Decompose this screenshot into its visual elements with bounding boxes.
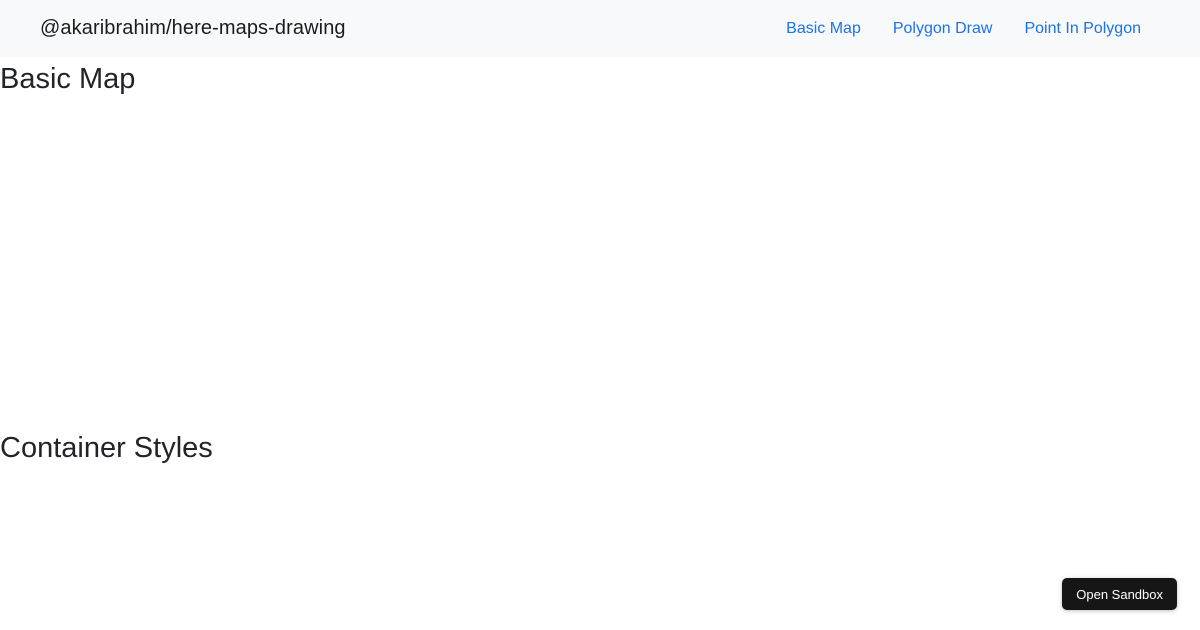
section-heading-basic-map: Basic Map [0,63,136,95]
navbar: @akaribrahim/here-maps-drawing Basic Map… [0,0,1200,57]
navbar-brand[interactable]: @akaribrahim/here-maps-drawing [40,17,346,40]
section-heading-container-styles: Container Styles [0,432,213,464]
nav-link-basic-map[interactable]: Basic Map [770,12,877,46]
nav-link-polygon-draw[interactable]: Polygon Draw [877,12,1009,46]
nav-link-point-in-polygon[interactable]: Point In Polygon [1008,12,1157,46]
basic-map-canvas[interactable] [0,96,1200,426]
styled-map-canvas[interactable] [0,465,1200,630]
open-sandbox-button[interactable]: Open Sandbox [1062,578,1177,610]
navbar-links: Basic Map Polygon Draw Point In Polygon [770,12,1157,46]
main-content: Basic Map Container Styles [0,62,1200,630]
